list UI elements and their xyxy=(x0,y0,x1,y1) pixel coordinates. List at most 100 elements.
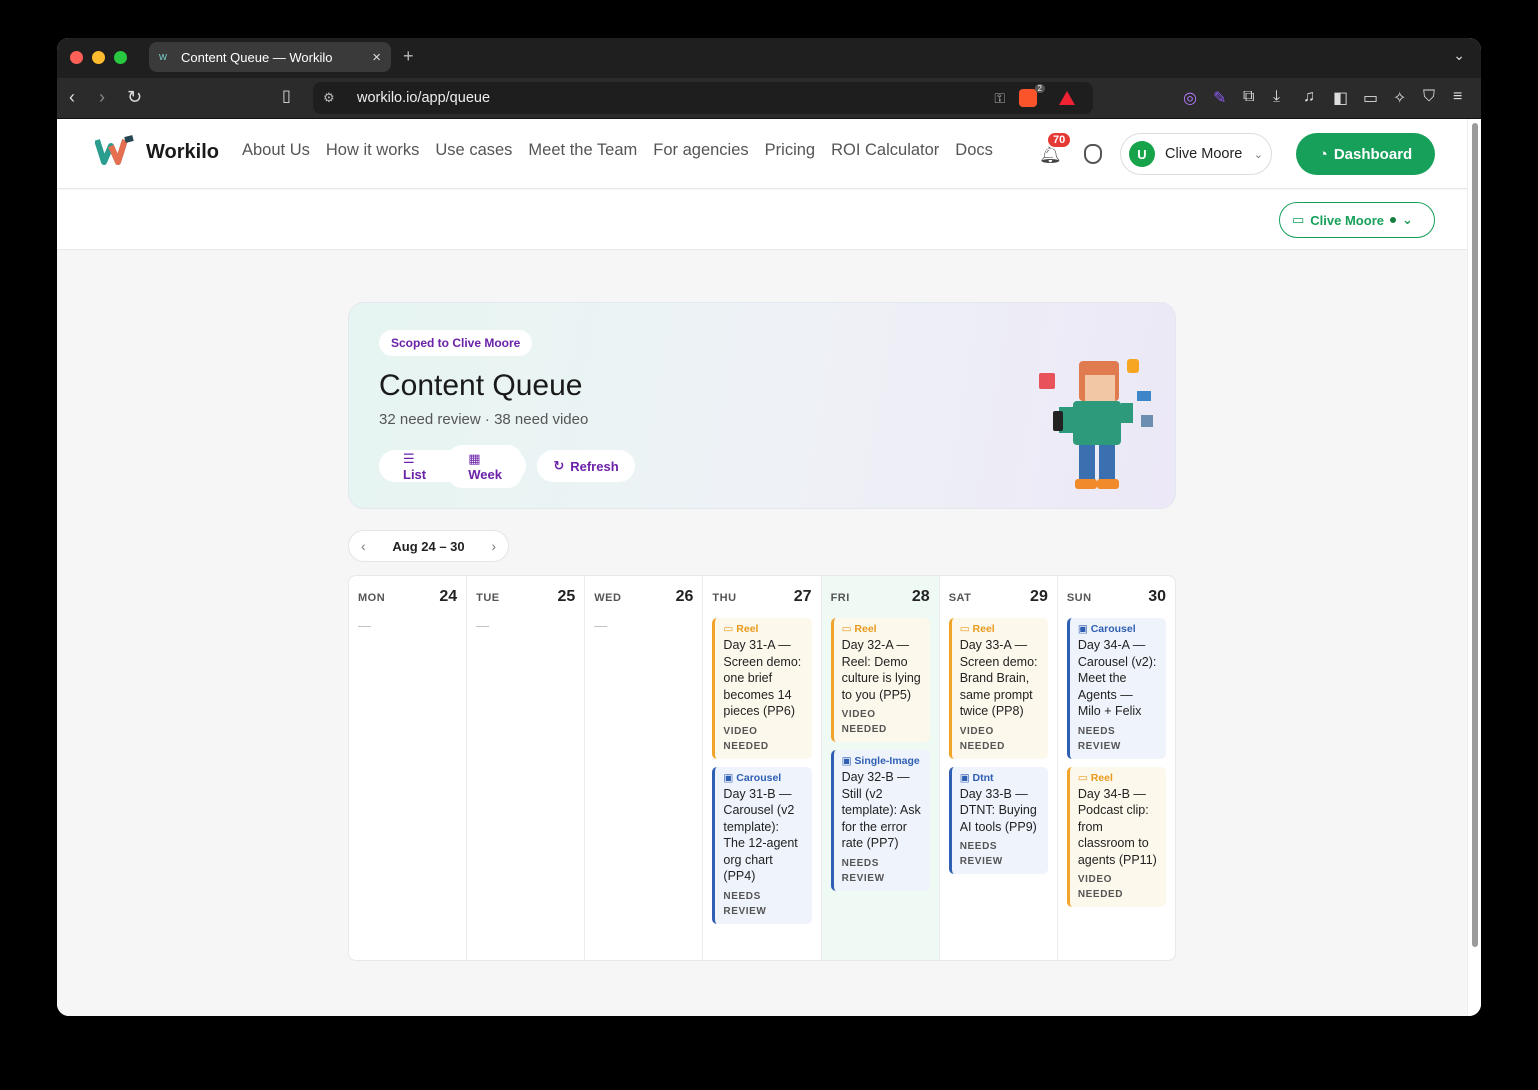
brave-shields-icon[interactable] xyxy=(1019,89,1037,107)
reload-icon[interactable]: ↻ xyxy=(127,86,142,108)
content-card[interactable]: ▣ Dtnt Day 33-B — DTNT: Buying AI tools (… xyxy=(948,766,1048,874)
day-name: WED xyxy=(594,592,622,604)
color-picker-extension-icon[interactable]: ◎ xyxy=(1183,88,1197,108)
day-name: SUN xyxy=(1066,592,1092,604)
scrollbar-thumb[interactable] xyxy=(1472,123,1478,947)
password-key-icon[interactable]: ⚿ xyxy=(994,90,1005,107)
page-scrollbar[interactable] xyxy=(1467,119,1481,1016)
megaphone-icon: ▣ xyxy=(959,771,973,784)
next-week-chevron-icon[interactable]: › xyxy=(491,538,496,554)
workspace-switcher[interactable]: ▭ Clive Moore ⌄ xyxy=(1279,202,1435,238)
content-card[interactable]: ▣ Carousel Day 31-B — Carousel (v2 templa… xyxy=(712,766,812,924)
view-week-button[interactable]: ▦ Week xyxy=(448,444,522,488)
sidebar-toggle-icon[interactable]: ◧ xyxy=(1333,88,1348,108)
content-type-label: Dtnt xyxy=(972,771,994,784)
view-week-label: Week xyxy=(468,466,502,482)
dashboard-button[interactable]: ◔ Dashboard xyxy=(1296,133,1435,175)
address-bar[interactable]: ⚙ workilo.io/app/queue ⚿ 2 xyxy=(313,82,1093,114)
workilo-favicon-icon: ᴡ xyxy=(159,51,167,63)
close-window-button[interactable] xyxy=(70,51,83,64)
nav-link-use-cases[interactable]: Use cases xyxy=(435,141,512,160)
clapper-icon: ▭ xyxy=(959,623,973,635)
view-list-button[interactable]: ☰ List xyxy=(383,445,448,488)
content-title: Day 33-B — DTNT: Buying AI tools (PP9) xyxy=(959,786,1037,834)
content-card[interactable]: ▭ Reel Day 33-A — Screen demo: Brand Brai… xyxy=(948,618,1048,759)
nav-link-for-agencies[interactable]: For agencies xyxy=(653,141,748,160)
status-badge: NEEDS REVIEW xyxy=(1077,725,1121,752)
nav-link-about-us[interactable]: About Us xyxy=(242,141,310,160)
status-badge: NEEDS REVIEW xyxy=(723,890,767,917)
bug-report-icon[interactable] xyxy=(1084,144,1102,164)
extensions-puzzle-icon[interactable]: ⧉ xyxy=(1243,88,1254,106)
content-type: ▭ Reel xyxy=(1078,772,1158,784)
day-column-sun: SUN 30 ▣ Carousel Day 34-A — Carousel (v2):… xyxy=(1058,576,1175,960)
day-number: 29 xyxy=(1030,588,1048,605)
active-status-dot xyxy=(1389,217,1396,223)
nav-link-how-it-works[interactable]: How it works xyxy=(326,141,420,160)
minimize-window-button[interactable] xyxy=(92,51,105,64)
content-title: Day 32-B — Still (v2 template): Ask for … xyxy=(841,770,921,850)
scope-badge: Scoped to Clive Moore xyxy=(379,330,533,356)
status-badge: NEEDS REVIEW xyxy=(959,841,1003,867)
tab-title: Content Queue — Workilo xyxy=(181,49,333,65)
day-column-sat: SAT 29 ▭ Reel Day 33-A — Screen demo: Brand… xyxy=(940,576,1058,960)
empty-day-placeholder: — xyxy=(594,618,608,633)
workspace-name: Clive Moore xyxy=(1310,212,1384,228)
back-arrow-icon[interactable]: ‹ xyxy=(69,86,75,108)
content-type-label: Reel xyxy=(736,623,759,635)
pen-extension-icon[interactable]: ✎ xyxy=(1213,88,1226,108)
site-header: Workilo About Us How it works Use cases … xyxy=(57,119,1467,189)
forward-arrow-icon[interactable]: › xyxy=(99,86,105,108)
download-icon[interactable]: ⤓ xyxy=(1273,88,1280,106)
nav-link-pricing[interactable]: Pricing xyxy=(765,141,815,160)
day-header: SAT 29 xyxy=(940,576,1057,614)
workilo-logo-icon[interactable] xyxy=(95,134,137,166)
bookmark-icon[interactable]: ▯ xyxy=(282,86,291,108)
brand-name[interactable]: Workilo xyxy=(146,141,219,164)
previous-week-chevron-icon[interactable]: ‹ xyxy=(361,538,366,554)
day-name: THU xyxy=(712,592,737,604)
day-header: TUE 25 xyxy=(467,576,584,614)
wallet-icon[interactable]: ▭ xyxy=(1363,88,1378,108)
content-card[interactable]: ▭ Reel Day 32-A — Reel: Demo culture is l… xyxy=(830,618,930,742)
queue-summary: 32 need review · 38 need video xyxy=(379,411,589,428)
day-header: WED 26 xyxy=(585,576,702,614)
chevron-down-icon: ⌄ xyxy=(1401,212,1413,227)
content-type-label: Single-Image xyxy=(854,755,920,767)
mascot-illustration xyxy=(1039,359,1153,489)
day-number: 26 xyxy=(675,588,694,605)
content-title: Day 34-B — Podcast clip: from classroom … xyxy=(1077,786,1157,867)
url-text[interactable]: workilo.io/app/queue xyxy=(357,90,490,106)
content-card[interactable]: ▣ Carousel Day 34-A — Carousel (v2): Meet… xyxy=(1066,618,1166,759)
content-title: Day 32-A — Reel: Demo culture is lying t… xyxy=(841,638,921,702)
browser-window: ᴡ Content Queue — Workilo × + ⌄ ‹ › ↻ ▯ … xyxy=(57,38,1481,1016)
user-menu-button[interactable]: U Clive Moore ⌄ xyxy=(1120,133,1272,175)
refresh-button[interactable]: ↻ Refresh xyxy=(537,450,635,482)
zoom-window-button[interactable] xyxy=(114,51,127,64)
tab-close-icon[interactable]: × xyxy=(372,49,381,66)
nav-link-roi-calculator[interactable]: ROI Calculator xyxy=(831,141,939,160)
day-header: SUN 30 xyxy=(1058,576,1175,614)
gauge-icon: ◔ xyxy=(1318,145,1328,163)
menu-hamburger-icon[interactable]: ≡ xyxy=(1453,88,1462,106)
content-type: ▭ Reel xyxy=(842,623,922,635)
site-settings-icon[interactable]: ⚙ xyxy=(323,90,347,106)
content-queue-hero: Scoped to Clive Moore Content Queue 32 n… xyxy=(348,302,1176,509)
content-type: ▣ Carousel xyxy=(723,772,803,784)
new-tab-button[interactable]: + xyxy=(403,46,414,67)
day-column-fri: FRI 28 ▭ Reel Day 32-A — Reel: Demo culture… xyxy=(821,576,940,960)
briefcase-icon: ▭ xyxy=(1292,212,1305,227)
media-music-icon[interactable]: ♫ xyxy=(1303,88,1315,106)
content-card[interactable]: ▭ Reel Day 31-A — Screen demo: one brief … xyxy=(712,618,812,759)
empty-day-placeholder: — xyxy=(358,618,371,633)
tab-list-chevron-icon[interactable]: ⌄ xyxy=(1453,47,1465,64)
leo-ai-sparkle-icon[interactable]: ✧ xyxy=(1393,88,1406,108)
browser-tab[interactable]: ᴡ Content Queue — Workilo × xyxy=(149,42,391,72)
nav-link-meet-the-team[interactable]: Meet the Team xyxy=(528,141,637,160)
content-card[interactable]: ▭ Reel Day 34-B — Podcast clip: from clas… xyxy=(1066,766,1166,907)
nav-link-docs[interactable]: Docs xyxy=(955,141,993,160)
vpn-shield-icon[interactable]: ⛉ xyxy=(1423,88,1435,106)
content-card[interactable]: ▣ Single-Image Day 32-B — Still (v2 templ… xyxy=(830,750,930,891)
empty-day-placeholder: — xyxy=(476,618,490,633)
brave-rewards-icon[interactable] xyxy=(1059,91,1075,105)
